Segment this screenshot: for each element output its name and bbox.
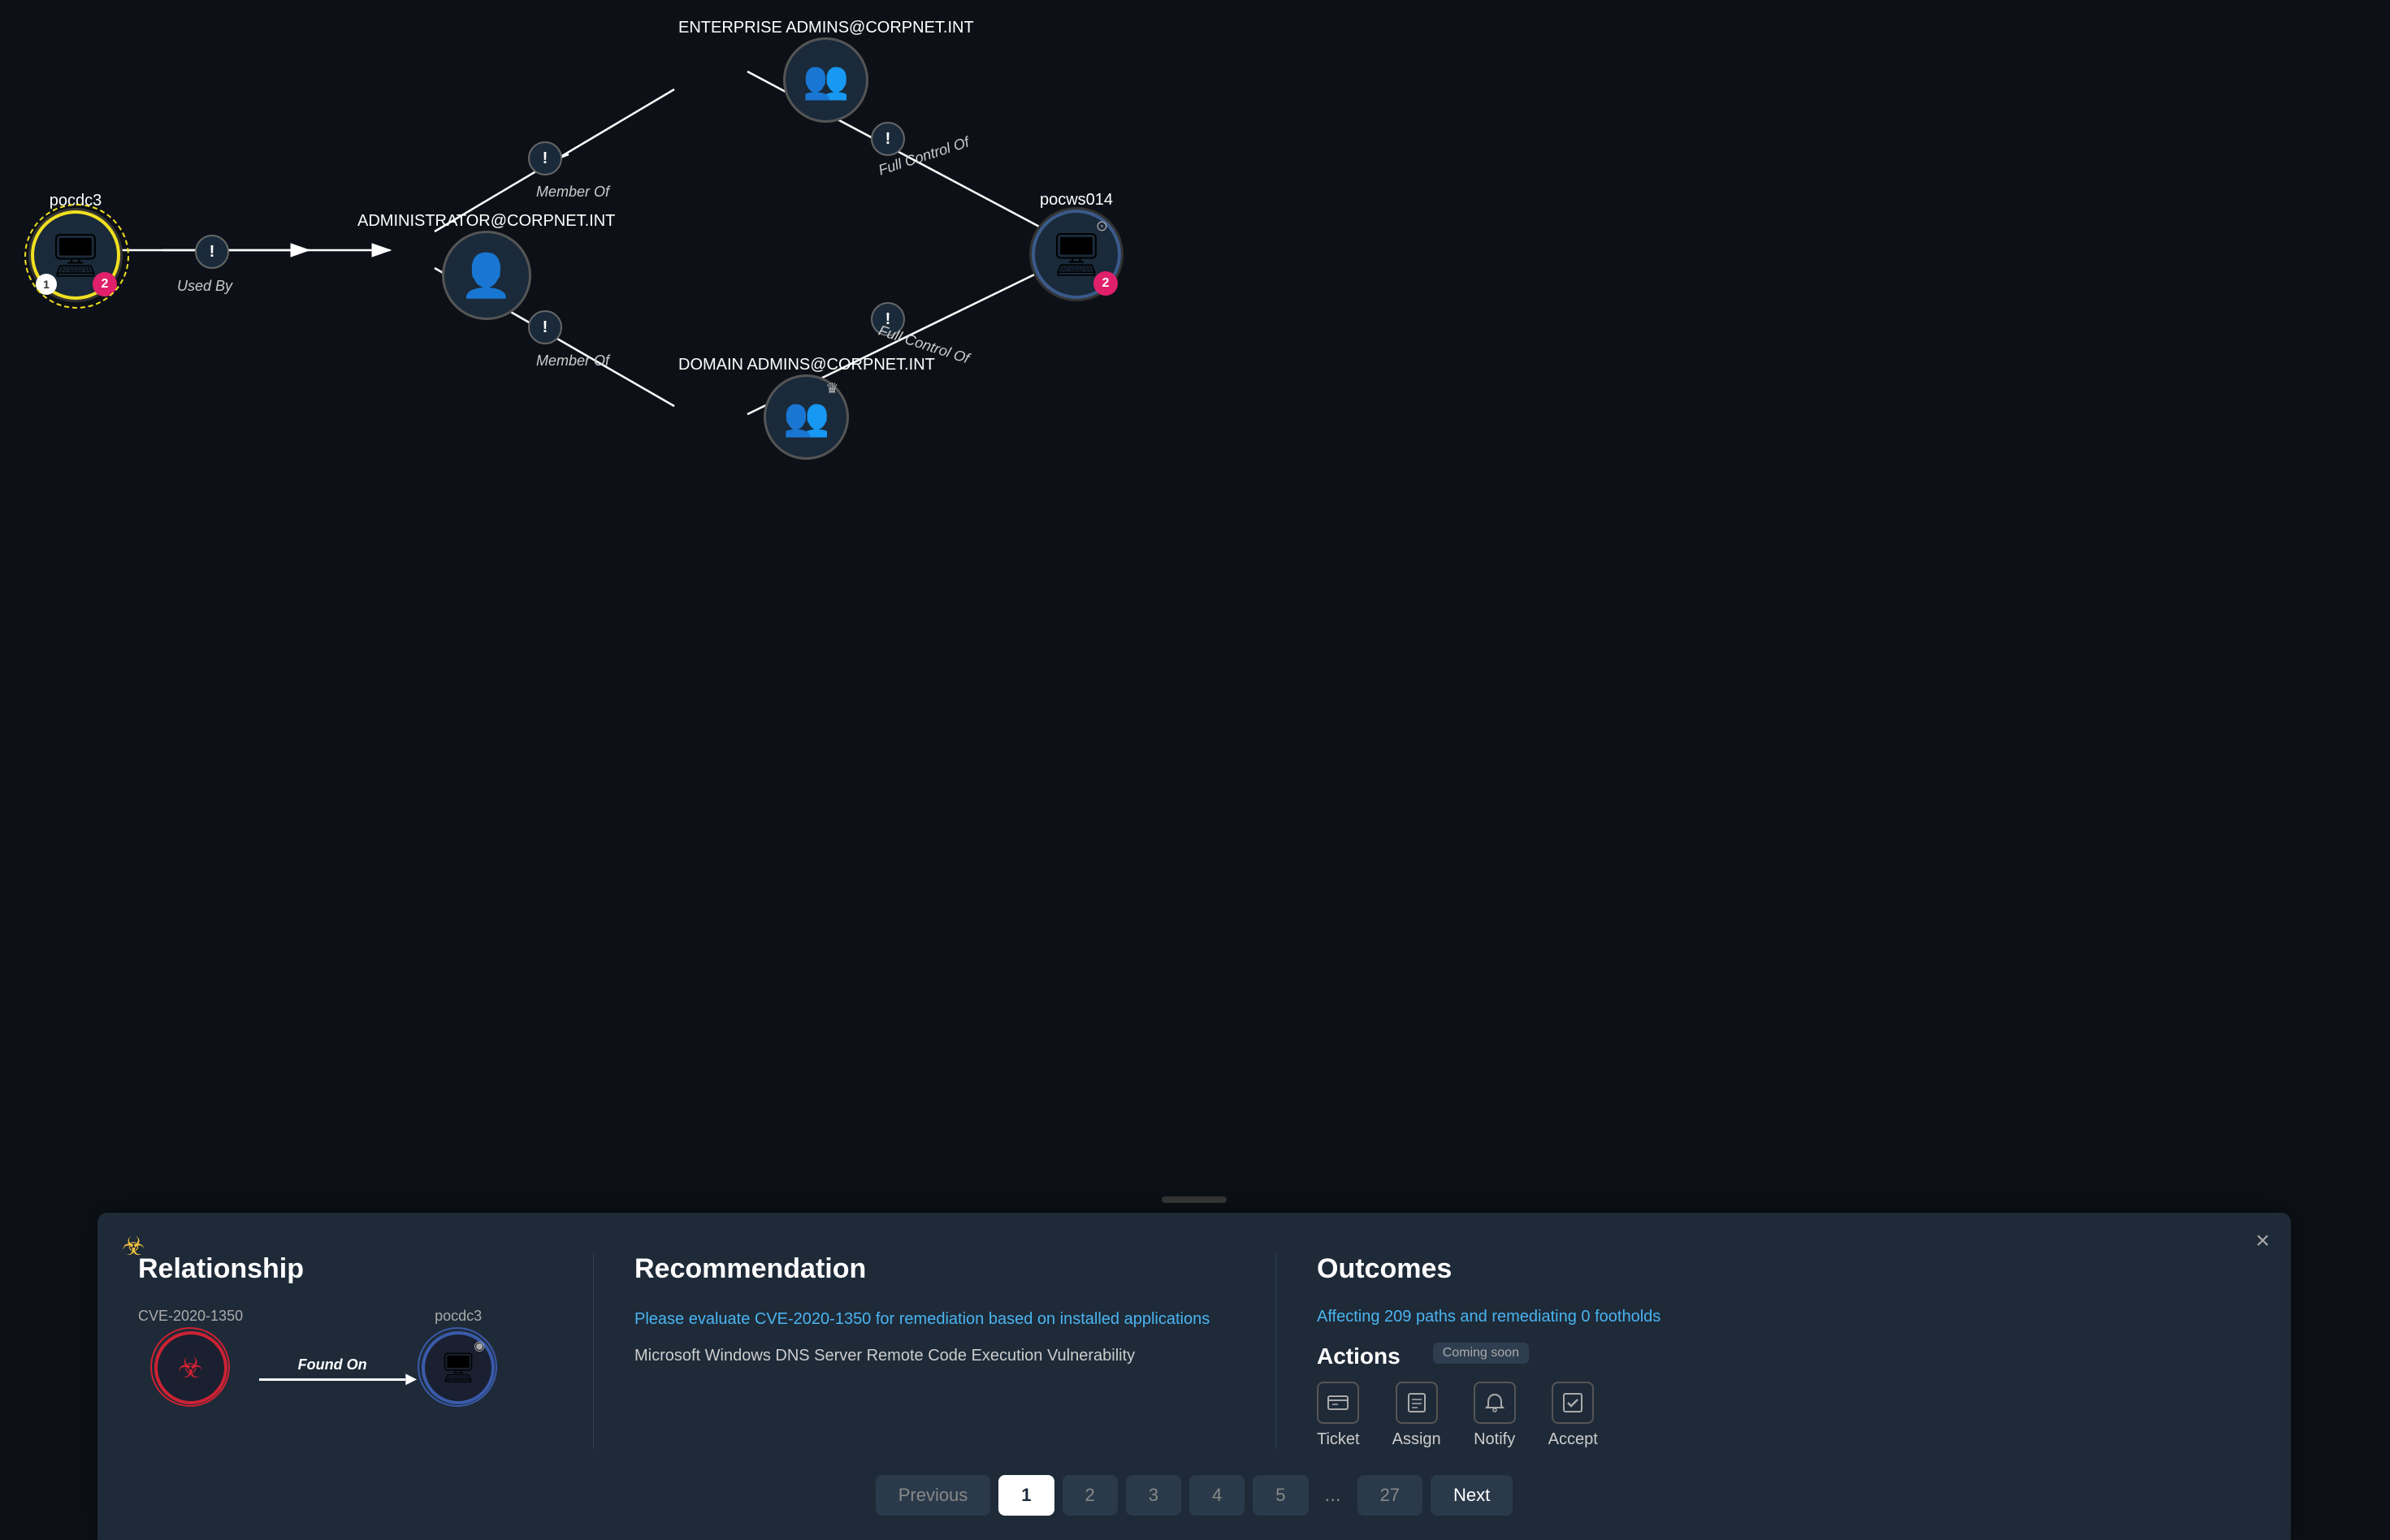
panel-content: Relationship CVE-2020-1350 ☣ Found On po… bbox=[138, 1253, 2250, 1449]
recommendation-link[interactable]: Please evaluate CVE-2020-1350 for remedi… bbox=[634, 1308, 1243, 1330]
relationship-heading: Relationship bbox=[138, 1253, 561, 1285]
rel-source-node[interactable]: CVE-2020-1350 ☣ bbox=[138, 1308, 243, 1404]
panel-handle[interactable] bbox=[1162, 1196, 1227, 1203]
computer-icon-pocws014: 🖥 bbox=[1050, 230, 1103, 279]
group-icon-enterprise: 👥 bbox=[803, 58, 849, 102]
next-button[interactable]: Next bbox=[1431, 1475, 1513, 1516]
bottom-panel: ☣ × Relationship CVE-2020-1350 ☣ Found O… bbox=[97, 1213, 2291, 1540]
edge-used-by[interactable]: ! bbox=[195, 235, 229, 269]
edge-member-of-top[interactable]: ! bbox=[528, 141, 562, 175]
node-domain-label: DOMAIN ADMINS@CORPNET.INT bbox=[678, 356, 935, 374]
accept-icon bbox=[1552, 1382, 1594, 1424]
crown-icon: ♛ bbox=[825, 380, 838, 397]
graph-area: pocdc3 🖥 1 2 ! Used By ADMINISTRATOR@COR… bbox=[0, 0, 2390, 975]
node-enterprise-circle: 👥 bbox=[783, 37, 868, 123]
biohazard-icon: ☣ bbox=[122, 1231, 145, 1261]
node-pocdc3-circle: 🖥 1 2 bbox=[31, 210, 120, 300]
page-2-button[interactable]: 2 bbox=[1063, 1475, 1118, 1516]
page-last-button[interactable]: 27 bbox=[1357, 1475, 1422, 1516]
page-4-button[interactable]: 4 bbox=[1189, 1475, 1245, 1516]
accept-label: Accept bbox=[1548, 1430, 1598, 1449]
node-administrator[interactable]: ADMINISTRATOR@CORPNET.INT 👤 bbox=[357, 205, 615, 320]
relationship-column: Relationship CVE-2020-1350 ☣ Found On po… bbox=[138, 1253, 593, 1449]
rel-source-circle: ☣ bbox=[154, 1331, 227, 1404]
computer-icon: 🖥 bbox=[49, 231, 102, 280]
close-button[interactable]: × bbox=[2255, 1227, 2270, 1255]
node-domain-circle: 👥 ♛ bbox=[764, 374, 849, 460]
node-admin-label: ADMINISTRATOR@CORPNET.INT bbox=[357, 212, 615, 231]
rel-source-label: CVE-2020-1350 bbox=[138, 1308, 243, 1325]
target-badge-icon: ◉ bbox=[474, 1338, 485, 1354]
node-pocws014-label: pocws014 bbox=[1040, 191, 1113, 210]
node-enterprise-admins[interactable]: ENTERPRISE ADMINS@CORPNET.INT 👥 bbox=[678, 12, 974, 123]
page-5-button[interactable]: 5 bbox=[1253, 1475, 1308, 1516]
pocws014-badge: 2 bbox=[1093, 271, 1118, 296]
edge-member-of-bottom-label: Member Of bbox=[536, 353, 609, 370]
pagination: Previous 1 2 3 4 5 ... 27 Next bbox=[138, 1475, 2250, 1516]
node-pocdc3[interactable]: pocdc3 🖥 1 2 bbox=[31, 185, 120, 300]
edge-member-of-bottom[interactable]: ! bbox=[528, 310, 562, 344]
outcomes-link[interactable]: Affecting 209 paths and remediating 0 fo… bbox=[1317, 1308, 2218, 1326]
rel-target-inner-ring bbox=[418, 1327, 497, 1407]
rel-arrow-line bbox=[259, 1378, 405, 1381]
pocdc3-badge-2: 2 bbox=[93, 272, 117, 296]
node-pocws014-circle: 🖥 ⊙ 2 bbox=[1032, 210, 1121, 299]
page-dots: ... bbox=[1317, 1484, 1349, 1507]
page-1-button[interactable]: 1 bbox=[998, 1475, 1054, 1516]
group-icon-domain: 👥 bbox=[783, 395, 829, 439]
notify-button[interactable]: Notify bbox=[1474, 1382, 1516, 1449]
edge-full-control-top[interactable]: ! bbox=[871, 122, 905, 156]
actions-heading: Actions bbox=[1317, 1343, 1401, 1370]
rel-target-node[interactable]: pocdc3 🖥 ◉ bbox=[422, 1308, 495, 1404]
user-icon: 👤 bbox=[460, 251, 513, 301]
rel-arrow: Found On bbox=[259, 1332, 405, 1381]
notify-label: Notify bbox=[1474, 1430, 1515, 1449]
node-pocws014[interactable]: pocws014 🖥 ⊙ 2 bbox=[1032, 184, 1121, 299]
ticket-button[interactable]: Ticket bbox=[1317, 1382, 1360, 1449]
edge-used-by-label: Used By bbox=[177, 278, 232, 295]
action-buttons: Ticket Assign bbox=[1317, 1382, 2218, 1449]
rel-arrow-label: Found On bbox=[298, 1356, 367, 1373]
notify-icon bbox=[1474, 1382, 1516, 1424]
recommendation-description: Microsoft Windows DNS Server Remote Code… bbox=[634, 1343, 1243, 1368]
accept-button[interactable]: Accept bbox=[1548, 1382, 1598, 1449]
node-enterprise-label: ENTERPRISE ADMINS@CORPNET.INT bbox=[678, 19, 974, 37]
node-domain-admins[interactable]: DOMAIN ADMINS@CORPNET.INT 👥 ♛ bbox=[678, 349, 935, 460]
ticket-icon bbox=[1317, 1382, 1359, 1424]
assign-button[interactable]: Assign bbox=[1392, 1382, 1441, 1449]
page-3-button[interactable]: 3 bbox=[1126, 1475, 1181, 1516]
node-admin-circle: 👤 bbox=[442, 231, 531, 320]
pocdc3-badge-1: 1 bbox=[36, 274, 57, 295]
relationship-diagram: CVE-2020-1350 ☣ Found On pocdc3 🖥 ◉ bbox=[138, 1308, 561, 1404]
outcomes-heading: Outcomes bbox=[1317, 1253, 2218, 1285]
rel-target-circle: 🖥 ◉ bbox=[422, 1331, 495, 1404]
assign-icon bbox=[1396, 1382, 1438, 1424]
rel-source-inner-ring bbox=[150, 1327, 230, 1407]
recommendation-heading: Recommendation bbox=[634, 1253, 1243, 1285]
actions-row: Actions Coming soon bbox=[1317, 1343, 2218, 1370]
previous-button[interactable]: Previous bbox=[876, 1475, 991, 1516]
wifi-icon: ⊙ bbox=[1096, 218, 1108, 235]
recommendation-column: Recommendation Please evaluate CVE-2020-… bbox=[593, 1253, 1275, 1449]
rel-target-label: pocdc3 bbox=[435, 1308, 482, 1325]
assign-label: Assign bbox=[1392, 1430, 1441, 1449]
coming-soon-badge: Coming soon bbox=[1433, 1343, 1529, 1364]
ticket-label: Ticket bbox=[1317, 1430, 1360, 1449]
edge-member-of-top-label: Member Of bbox=[536, 184, 609, 201]
outcomes-column: Outcomes Affecting 209 paths and remedia… bbox=[1275, 1253, 2250, 1449]
